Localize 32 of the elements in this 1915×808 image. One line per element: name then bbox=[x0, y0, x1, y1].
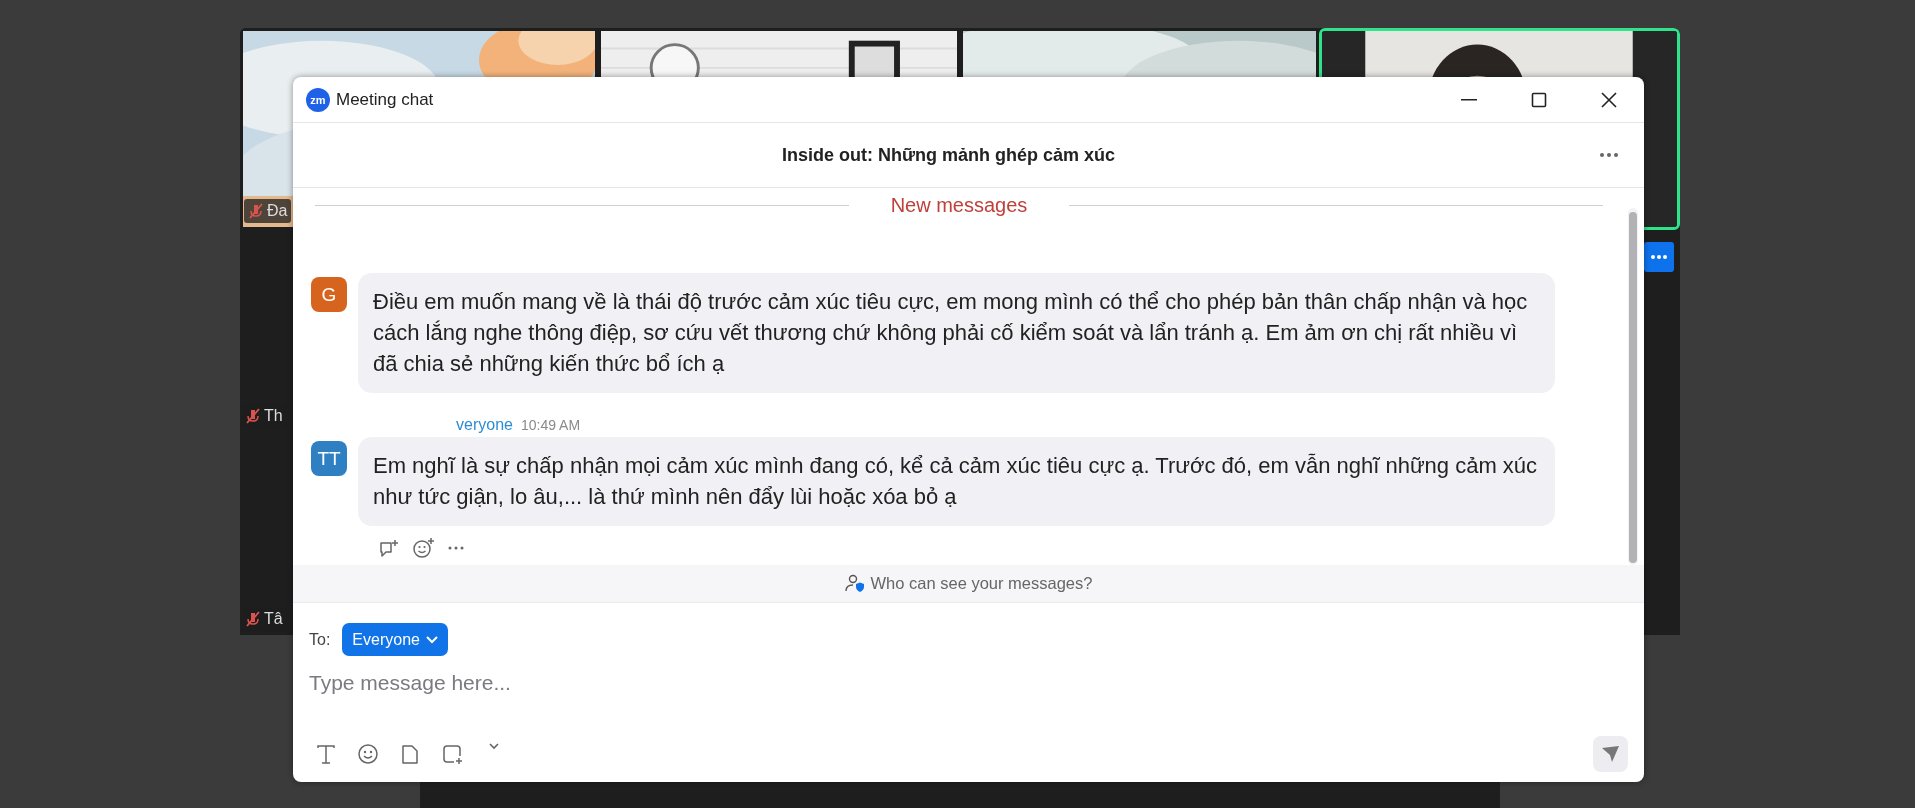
file-icon[interactable] bbox=[399, 743, 421, 765]
reply-icon[interactable] bbox=[378, 538, 399, 558]
minimize-icon bbox=[1461, 98, 1477, 101]
avatar: G bbox=[311, 277, 347, 312]
message-bubble: Em nghĩ là sự chấp nhận mọi cảm xúc mình đang có, kể cả cảm xúc tiêu cực ạ. Trước đó, em vẫn nghĩ những cảm xúc như tức giận, lo âu,... là thứ mình nên đẩy lùi hoặc xóa bỏ ạ bbox=[358, 437, 1555, 526]
participant-label: Đa bbox=[244, 199, 292, 223]
text-format-icon[interactable] bbox=[315, 743, 337, 765]
chat-title: Inside out: Những mảnh ghép cảm xúc bbox=[781, 144, 1116, 166]
message-bubble: Điều em muốn mang về là thái độ trước cảm xúc tiêu cực, em mong mình có thể cho phép bản thân chấp nhận và học cách lắng nghe thông điệp, sơ cứu vết thương chứ không phải cố kiểm soát và lẩn tránh ạ. Em ảm ơn chị rất nhiều vì đã chia sẻ những kiến thức bổ ích ạ bbox=[358, 273, 1555, 393]
to-label: To: bbox=[309, 630, 331, 649]
send-icon bbox=[1601, 745, 1620, 763]
scrollbar[interactable] bbox=[1628, 208, 1638, 565]
sender-name: veryone bbox=[456, 416, 513, 434]
more-icon[interactable] bbox=[1600, 153, 1618, 157]
message-time: 10:49 AM bbox=[520, 417, 581, 433]
chevron-down-icon bbox=[425, 635, 438, 644]
emoji-add-icon[interactable] bbox=[413, 538, 434, 558]
recipient-dropdown[interactable]: Everyone bbox=[342, 623, 448, 656]
screenshot-add-icon[interactable] bbox=[441, 743, 463, 765]
maximize-icon bbox=[1531, 91, 1547, 108]
new-messages-divider: New messages bbox=[889, 193, 1029, 217]
more-icon bbox=[1650, 254, 1668, 260]
app-logo: zm bbox=[306, 87, 330, 112]
emoji-icon[interactable] bbox=[357, 743, 379, 765]
avatar: TT bbox=[311, 441, 347, 476]
more-icon[interactable] bbox=[448, 546, 464, 550]
window-title: Meeting chat bbox=[336, 89, 435, 110]
more-button[interactable] bbox=[1644, 242, 1674, 272]
privacy-note[interactable]: Who can see your messages? bbox=[870, 574, 1093, 593]
user-shield-icon bbox=[844, 574, 865, 593]
close-icon bbox=[1601, 91, 1617, 108]
send-button[interactable] bbox=[1593, 736, 1628, 772]
